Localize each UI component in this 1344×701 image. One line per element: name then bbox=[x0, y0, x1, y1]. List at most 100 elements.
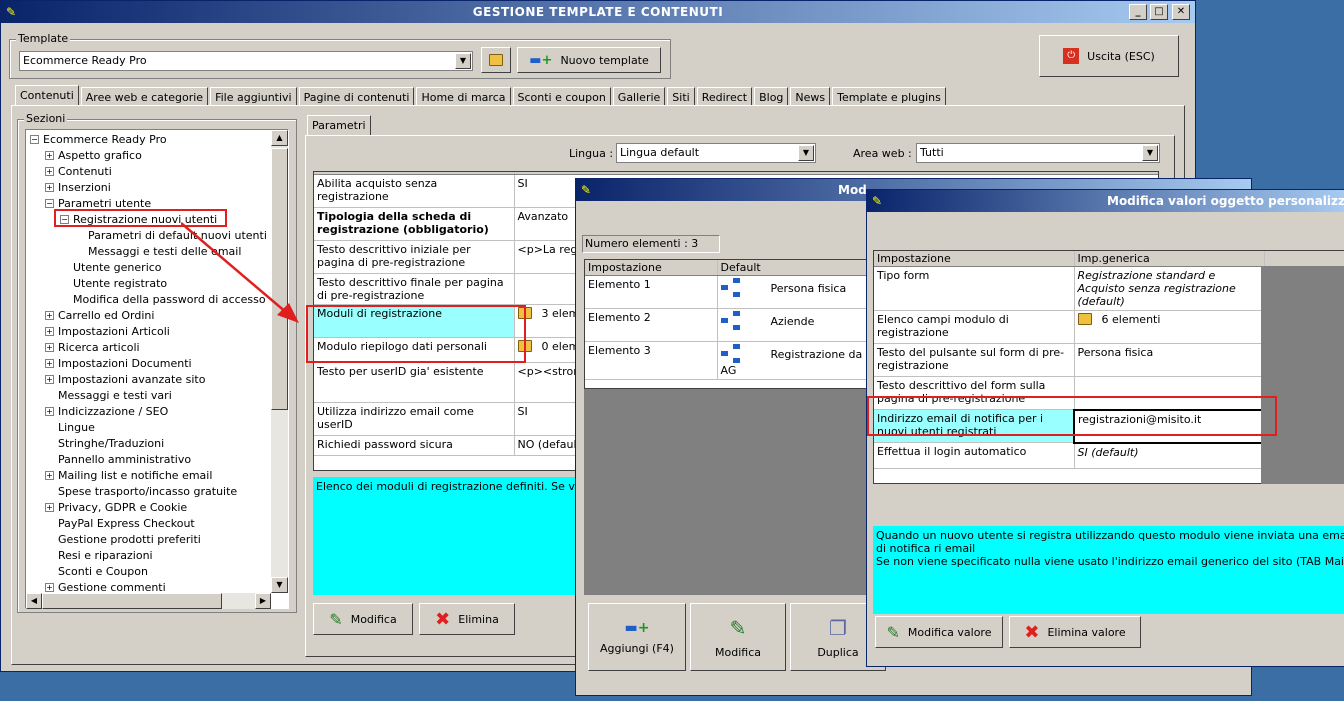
scroll-up-icon[interactable]: ▲ bbox=[271, 130, 288, 146]
expand-icon[interactable]: + bbox=[45, 583, 54, 592]
front-description-line1: Quando un nuovo utente si registra utili… bbox=[876, 529, 1344, 555]
template-select[interactable]: Ecommerce Ready Pro ▼ bbox=[19, 51, 473, 71]
tab-9[interactable]: Blog bbox=[754, 87, 789, 106]
tree-item-9[interactable]: Utente registrato bbox=[60, 276, 167, 292]
close-icon[interactable]: ✕ bbox=[1172, 4, 1190, 20]
lingua-select[interactable]: Lingua default ▼ bbox=[616, 143, 816, 163]
expand-icon[interactable]: + bbox=[45, 311, 54, 320]
front-titlebar[interactable]: ✎ Modifica valori oggetto personalizzato bbox=[867, 190, 1344, 212]
setting-value[interactable]: Persona fisica bbox=[1074, 343, 1265, 377]
tree-item-3[interactable]: + Inserzioni bbox=[45, 180, 111, 196]
expand-icon[interactable]: + bbox=[45, 327, 54, 336]
scroll-right-icon[interactable]: ▶ bbox=[255, 593, 271, 609]
main-titlebar[interactable]: ✎ GESTIONE TEMPLATE E CONTENUTI _ □ ✕ bbox=[1, 1, 1195, 23]
modifica-button[interactable]: ✎ Modifica bbox=[313, 603, 413, 635]
add-button[interactable]: ▬+ Aggiungi (F4) bbox=[588, 603, 686, 671]
open-folder-button[interactable] bbox=[481, 47, 511, 73]
tab-0[interactable]: Contenuti bbox=[15, 85, 79, 106]
exit-button[interactable]: ⏻ Uscita (ESC) bbox=[1039, 35, 1179, 77]
expand-icon[interactable]: + bbox=[45, 503, 54, 512]
column-header[interactable]: Default bbox=[717, 260, 873, 276]
edit-icon: ✎ bbox=[329, 609, 343, 629]
scroll-down-icon[interactable]: ▼ bbox=[271, 577, 288, 593]
tree-item-18[interactable]: Lingue bbox=[45, 420, 95, 436]
setting-value[interactable]: Persona fisica bbox=[717, 275, 873, 309]
tree-item-26[interactable]: Resi e riparazioni bbox=[45, 548, 153, 564]
tree-item-25[interactable]: Gestione prodotti preferiti bbox=[45, 532, 201, 548]
tree-item-14[interactable]: + Impostazioni Documenti bbox=[45, 356, 192, 372]
tab-6[interactable]: Gallerie bbox=[612, 87, 666, 106]
expand-icon[interactable]: + bbox=[45, 151, 54, 160]
elimina-button[interactable]: ✖ Elimina bbox=[419, 603, 515, 635]
tab-5[interactable]: Sconti e coupon bbox=[512, 87, 611, 106]
tree-item-27[interactable]: Sconti e Coupon bbox=[45, 564, 148, 580]
tab-3[interactable]: Pagine di contenuti bbox=[298, 87, 415, 106]
new-template-button[interactable]: ▬+ Nuovo template bbox=[517, 47, 661, 73]
tree-item-15[interactable]: + Impostazioni avanzate sito bbox=[45, 372, 205, 388]
tab-10[interactable]: News bbox=[790, 87, 831, 106]
tree-item-22[interactable]: Spese trasporto/incasso gratuite bbox=[45, 484, 237, 500]
setting-value[interactable]: 6 elementi bbox=[1074, 310, 1265, 344]
modifica-element-button[interactable]: ✎ Modifica bbox=[690, 603, 786, 671]
table-row[interactable]: Elemento 2 Aziende bbox=[585, 308, 873, 342]
table-row[interactable]: Elemento 1 Persona fisica bbox=[585, 275, 873, 309]
collapse-icon[interactable]: − bbox=[30, 135, 39, 144]
expand-icon[interactable]: + bbox=[45, 167, 54, 176]
sections-tree[interactable]: − Ecommerce Ready Pro + Aspetto grafico + Con… bbox=[25, 129, 289, 609]
expand-icon[interactable]: + bbox=[45, 407, 54, 416]
tree-item-12[interactable]: + Impostazioni Articoli bbox=[45, 324, 170, 340]
expand-icon[interactable]: + bbox=[45, 471, 54, 480]
tab-parametri[interactable]: Parametri bbox=[307, 115, 371, 136]
tree-vscroll[interactable]: ▲ ▼ bbox=[271, 130, 288, 593]
column-header[interactable]: Impostazione bbox=[874, 251, 1075, 267]
expand-icon[interactable]: + bbox=[45, 375, 54, 384]
tree-item-8[interactable]: Utente generico bbox=[60, 260, 162, 276]
expand-icon[interactable]: + bbox=[45, 359, 54, 368]
tree-item-1[interactable]: + Aspetto grafico bbox=[45, 148, 142, 164]
tree-item-19[interactable]: Stringhe/Traduzioni bbox=[45, 436, 164, 452]
modifica-valore-button[interactable]: ✎ Modifica valore bbox=[875, 616, 1003, 648]
tree-item-2[interactable]: + Contenuti bbox=[45, 164, 112, 180]
setting-value[interactable]: Registrazione da AG bbox=[717, 341, 873, 380]
tree-hscroll[interactable]: ◀ ▶ bbox=[26, 593, 271, 609]
tree-item-20[interactable]: Pannello amministrativo bbox=[45, 452, 191, 468]
tree-item-21[interactable]: + Mailing list e notifiche email bbox=[45, 468, 212, 484]
minimize-icon[interactable]: _ bbox=[1129, 4, 1147, 20]
column-header[interactable]: Imp.generica bbox=[1074, 251, 1265, 267]
tab-7[interactable]: Siti bbox=[667, 87, 695, 106]
chevron-down-icon[interactable]: ▼ bbox=[798, 145, 814, 161]
tree-item-0[interactable]: − Ecommerce Ready Pro bbox=[30, 132, 167, 148]
setting-value[interactable]: Aziende bbox=[717, 308, 873, 342]
collapse-icon[interactable]: − bbox=[45, 199, 54, 208]
cell-text: Testo descrittivo finale per pagina di p… bbox=[317, 276, 504, 302]
cell-text: Persona fisica bbox=[770, 282, 847, 295]
setting-value[interactable]: Registrazione standard e Acquisto senza … bbox=[1074, 266, 1265, 311]
hscroll-thumb[interactable] bbox=[42, 593, 222, 609]
front-description-line2: Se non viene specificato nulla viene usa… bbox=[876, 555, 1344, 568]
expand-icon[interactable]: + bbox=[45, 183, 54, 192]
table-row[interactable]: Elemento 3 Registrazione da AG bbox=[585, 341, 873, 380]
maximize-icon[interactable]: □ bbox=[1150, 4, 1168, 20]
tree-item-24[interactable]: PayPal Express Checkout bbox=[45, 516, 195, 532]
elimina-valore-button[interactable]: ✖ Elimina valore bbox=[1009, 616, 1141, 648]
expand-icon[interactable]: + bbox=[45, 343, 54, 352]
tree-item-17[interactable]: + Indicizzazione / SEO bbox=[45, 404, 168, 420]
chevron-down-icon[interactable]: ▼ bbox=[455, 53, 471, 69]
tab-11[interactable]: Template e plugins bbox=[832, 87, 946, 106]
tree-item-16[interactable]: Messaggi e testi vari bbox=[45, 388, 172, 404]
tab-1[interactable]: Aree web e categorie bbox=[80, 87, 209, 106]
tree-item-11[interactable]: + Carrello ed Ordini bbox=[45, 308, 154, 324]
tab-2[interactable]: File aggiuntivi bbox=[210, 87, 297, 106]
tree-item-23[interactable]: + Privacy, GDPR e Cookie bbox=[45, 500, 187, 516]
tab-8[interactable]: Redirect bbox=[696, 87, 753, 106]
tree-item-13[interactable]: + Ricerca articoli bbox=[45, 340, 140, 356]
chevron-down-icon[interactable]: ▼ bbox=[1142, 145, 1158, 161]
template-label: Template bbox=[16, 32, 71, 45]
values-grid-empty bbox=[1261, 266, 1344, 484]
setting-value[interactable]: SI (default) bbox=[1074, 442, 1265, 469]
column-header[interactable]: Impostazione bbox=[585, 260, 718, 276]
tab-4[interactable]: Home di marca bbox=[416, 87, 511, 106]
elements-grid[interactable]: Impostazione Default Elemento 1 Persona fis… bbox=[584, 259, 874, 389]
scroll-left-icon[interactable]: ◀ bbox=[26, 593, 42, 609]
area-select[interactable]: Tutti ▼ bbox=[916, 143, 1160, 163]
